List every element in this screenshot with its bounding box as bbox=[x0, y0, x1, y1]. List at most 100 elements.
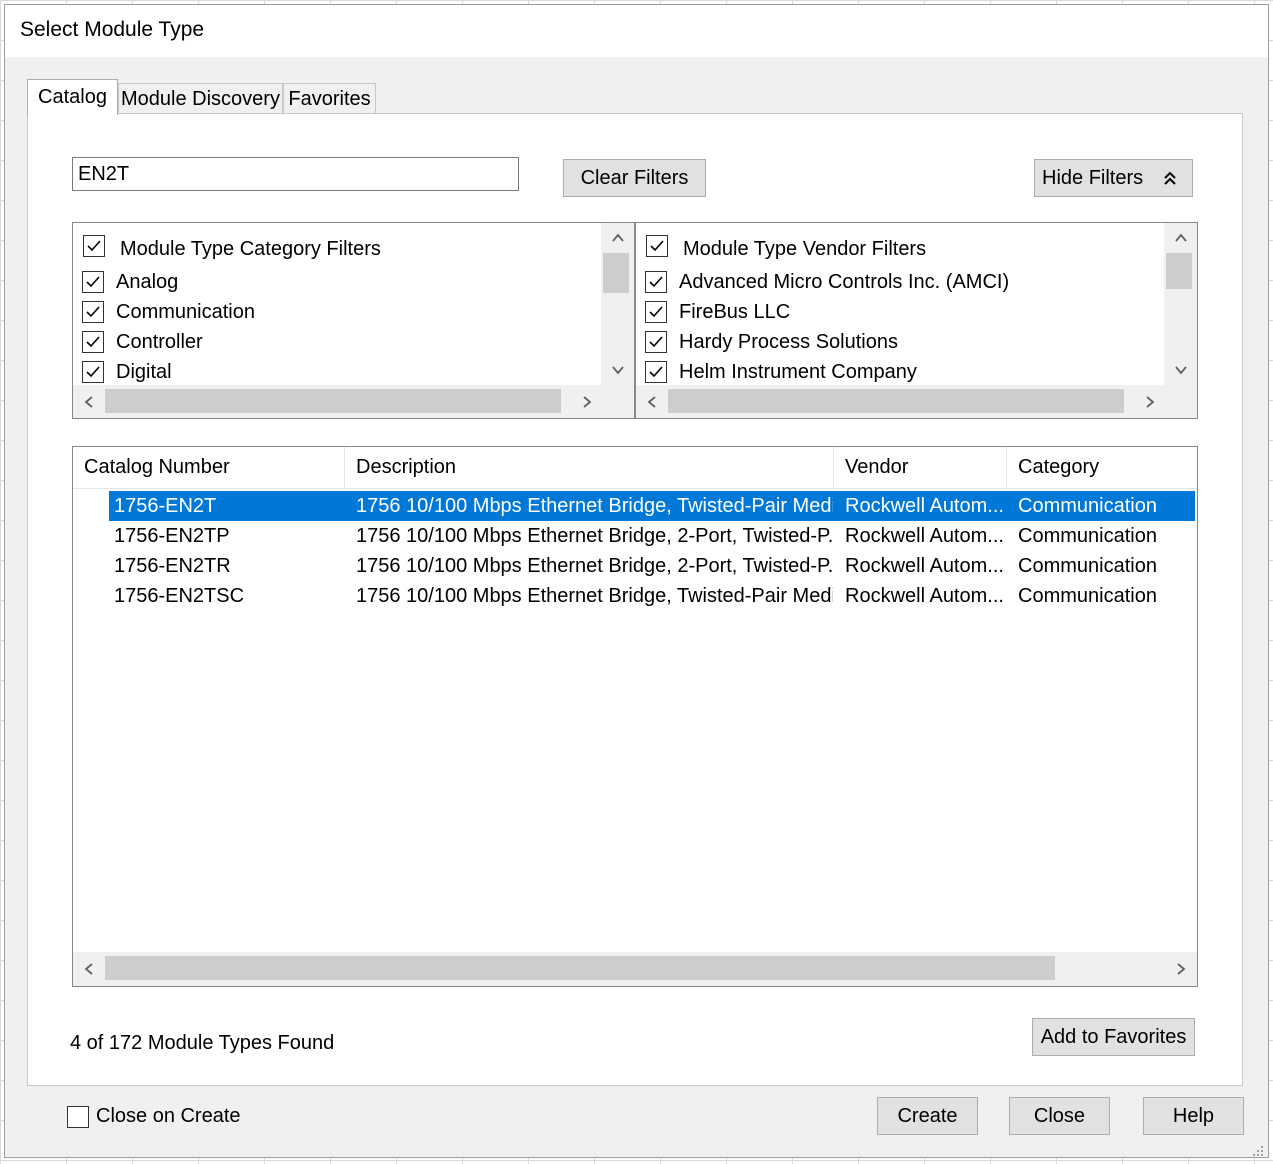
tab-module-discovery-label: Module Discovery bbox=[121, 87, 280, 110]
search-input-value: EN2T bbox=[78, 162, 130, 185]
search-input[interactable]: EN2T bbox=[72, 157, 519, 191]
vendor-filter-checkbox[interactable] bbox=[645, 361, 667, 383]
scrollbar-thumb[interactable] bbox=[105, 956, 1055, 980]
close-button[interactable]: Close bbox=[1009, 1097, 1110, 1135]
scroll-left-arrow-icon[interactable] bbox=[73, 952, 105, 986]
vendor-filter-checkbox[interactable] bbox=[645, 331, 667, 353]
tab-favorites[interactable]: Favorites bbox=[283, 83, 376, 114]
check-icon bbox=[650, 239, 664, 251]
category-horizontal-scrollbar[interactable] bbox=[73, 385, 634, 418]
table-row[interactable]: 1756-EN2T 1756 10/100 Mbps Ethernet Brid… bbox=[109, 491, 1195, 521]
results-count-status: 4 of 172 Module Types Found bbox=[70, 1032, 335, 1054]
module-results-grid: Catalog Number Description Vendor Catego… bbox=[72, 446, 1198, 987]
category-filter-communication[interactable]: Communication bbox=[82, 297, 255, 327]
category-filters-header: Module Type Category Filters bbox=[83, 230, 381, 261]
scroll-right-arrow-icon[interactable] bbox=[571, 385, 603, 418]
cell-category: Communication bbox=[1018, 494, 1157, 517]
results-horizontal-scrollbar[interactable] bbox=[73, 952, 1197, 986]
scroll-up-arrow-icon[interactable] bbox=[601, 223, 634, 253]
category-filters-header-label: Module Type Category Filters bbox=[120, 238, 381, 260]
category-filter-checkbox[interactable] bbox=[82, 331, 104, 353]
window-title: Select Module Type bbox=[20, 18, 205, 41]
cell-vendor: Rockwell Autom... bbox=[845, 584, 1004, 607]
scrollbar-thumb[interactable] bbox=[668, 389, 1124, 413]
cell-catalog-number: 1756-EN2T bbox=[114, 494, 217, 517]
create-button-label: Create bbox=[897, 1104, 958, 1127]
column-header-vendor[interactable]: Vendor bbox=[834, 447, 1007, 488]
cell-description: 1756 10/100 Mbps Ethernet Bridge, Twiste… bbox=[356, 584, 833, 607]
category-vertical-scrollbar[interactable] bbox=[601, 223, 634, 385]
category-filter-checkbox[interactable] bbox=[82, 301, 104, 323]
scroll-down-arrow-icon[interactable] bbox=[1164, 355, 1197, 385]
vendor-filter-label: Helm Instrument Company bbox=[679, 360, 917, 383]
vendor-filter-amci[interactable]: Advanced Micro Controls Inc. (AMCI) bbox=[645, 267, 1009, 297]
cell-vendor: Rockwell Autom... bbox=[845, 494, 1004, 517]
scroll-right-arrow-icon[interactable] bbox=[1165, 952, 1197, 986]
vendor-filter-hardy[interactable]: Hardy Process Solutions bbox=[645, 327, 1009, 357]
results-grid-header: Catalog Number Description Vendor Catego… bbox=[73, 447, 1197, 489]
check-icon bbox=[649, 366, 663, 378]
vendor-filter-checkbox[interactable] bbox=[645, 301, 667, 323]
scroll-left-arrow-icon[interactable] bbox=[636, 385, 668, 418]
clear-filters-button[interactable]: Clear Filters bbox=[563, 159, 706, 197]
column-header-category[interactable]: Category bbox=[1007, 447, 1197, 488]
vendor-filter-label: Hardy Process Solutions bbox=[679, 330, 898, 353]
help-button-label: Help bbox=[1172, 1104, 1215, 1127]
category-filter-label: Communication bbox=[116, 300, 255, 323]
close-on-create-checkbox[interactable] bbox=[67, 1105, 89, 1128]
table-row[interactable]: 1756-EN2TSC 1756 10/100 Mbps Ethernet Br… bbox=[109, 581, 1195, 611]
table-row[interactable]: 1756-EN2TR 1756 10/100 Mbps Ethernet Bri… bbox=[109, 551, 1195, 581]
vendor-vertical-scrollbar[interactable] bbox=[1164, 223, 1197, 385]
create-button[interactable]: Create bbox=[877, 1097, 978, 1135]
category-filter-checkbox[interactable] bbox=[82, 361, 104, 383]
category-filters-list: Analog Communication Controller Digital bbox=[82, 267, 255, 387]
hide-filters-button[interactable]: Hide Filters bbox=[1034, 159, 1193, 197]
vendor-filters-header: Module Type Vendor Filters bbox=[646, 230, 926, 261]
close-on-create-option[interactable]: Close on Create bbox=[67, 1105, 241, 1128]
vendor-select-all-checkbox[interactable] bbox=[646, 234, 668, 257]
vendor-filters-panel: Module Type Vendor Filters Advanced Micr… bbox=[635, 222, 1198, 419]
cell-description: 1756 10/100 Mbps Ethernet Bridge, Twiste… bbox=[356, 494, 833, 517]
add-to-favorites-button[interactable]: Add to Favorites bbox=[1032, 1018, 1195, 1056]
scrollbar-thumb[interactable] bbox=[105, 389, 561, 413]
check-icon bbox=[649, 306, 663, 318]
table-row[interactable]: 1756-EN2TP 1756 10/100 Mbps Ethernet Bri… bbox=[109, 521, 1195, 551]
vendor-filter-helm[interactable]: Helm Instrument Company bbox=[645, 357, 1009, 387]
column-header-label: Vendor bbox=[845, 456, 909, 478]
resize-grip-icon[interactable] bbox=[1251, 1141, 1265, 1156]
scrollbar-thumb[interactable] bbox=[1166, 253, 1192, 289]
category-filter-controller[interactable]: Controller bbox=[82, 327, 255, 357]
check-icon bbox=[649, 336, 663, 348]
vendor-filter-label: FireBus LLC bbox=[679, 300, 791, 323]
category-filter-checkbox[interactable] bbox=[82, 271, 104, 293]
help-button[interactable]: Help bbox=[1143, 1097, 1244, 1135]
cell-vendor: Rockwell Autom... bbox=[845, 554, 1004, 577]
cell-description: 1756 10/100 Mbps Ethernet Bridge, 2-Port… bbox=[356, 524, 833, 547]
vendor-filter-checkbox[interactable] bbox=[645, 271, 667, 293]
check-icon bbox=[86, 276, 100, 288]
catalog-tab-page: EN2T Clear Filters Hide Filters Module T… bbox=[27, 113, 1243, 1086]
vendor-filter-label: Advanced Micro Controls Inc. (AMCI) bbox=[679, 270, 1010, 293]
tab-catalog-label: Catalog bbox=[38, 86, 107, 108]
scroll-right-arrow-icon[interactable] bbox=[1134, 385, 1166, 418]
scroll-down-arrow-icon[interactable] bbox=[601, 355, 634, 385]
tab-favorites-label: Favorites bbox=[288, 87, 371, 110]
category-filter-digital[interactable]: Digital bbox=[82, 357, 255, 387]
tab-module-discovery[interactable]: Module Discovery bbox=[118, 83, 283, 114]
column-header-label: Catalog Number bbox=[84, 456, 230, 478]
column-header-description[interactable]: Description bbox=[345, 447, 834, 488]
cell-category: Communication bbox=[1018, 584, 1157, 607]
vendor-filter-firebus[interactable]: FireBus LLC bbox=[645, 297, 1009, 327]
check-icon bbox=[649, 276, 663, 288]
category-filter-analog[interactable]: Analog bbox=[82, 267, 255, 297]
vendor-horizontal-scrollbar[interactable] bbox=[636, 385, 1197, 418]
scrollbar-thumb[interactable] bbox=[603, 253, 629, 293]
scroll-left-arrow-icon[interactable] bbox=[73, 385, 105, 418]
category-filter-label: Analog bbox=[116, 270, 179, 293]
scroll-up-arrow-icon[interactable] bbox=[1164, 223, 1197, 253]
tab-catalog[interactable]: Catalog bbox=[27, 79, 118, 115]
category-select-all-checkbox[interactable] bbox=[83, 234, 105, 257]
cell-category: Communication bbox=[1018, 554, 1157, 577]
column-header-catalog-number[interactable]: Catalog Number bbox=[73, 447, 345, 488]
vendor-filters-list: Advanced Micro Controls Inc. (AMCI) Fire… bbox=[645, 267, 1009, 387]
